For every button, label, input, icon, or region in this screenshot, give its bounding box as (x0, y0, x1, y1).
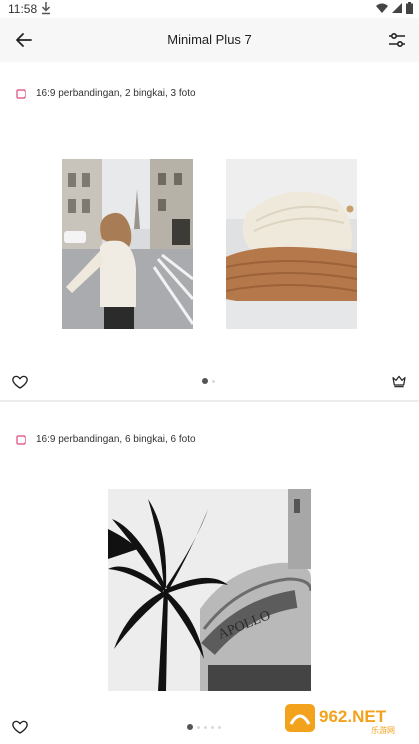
watermark-subtext: 乐游网 (371, 725, 395, 734)
aspect-ratio-icon (16, 88, 26, 99)
page-dot (212, 379, 215, 383)
aspect-ratio-icon (16, 434, 26, 445)
knit-sweater-photo[interactable] (226, 159, 357, 329)
signal-icon (392, 3, 402, 13)
tune-icon[interactable] (385, 28, 409, 52)
wifi-icon (376, 3, 388, 13)
palm-apollo-building-photo[interactable]: APOLLO (108, 489, 311, 691)
watermark-text: 962.NET (319, 707, 387, 726)
page-dot-active (187, 724, 193, 730)
app-bar: Minimal Plus 7 (0, 18, 419, 63)
heart-icon[interactable] (11, 373, 29, 391)
page-dot (197, 725, 200, 729)
battery-icon (406, 2, 413, 14)
crown-icon[interactable] (391, 373, 407, 389)
heart-icon[interactable] (11, 718, 29, 736)
page-indicator (202, 378, 215, 384)
street-girl-paris-photo[interactable] (62, 159, 193, 329)
template-description: 16:9 perbandingan, 6 bingkai, 6 foto (36, 434, 196, 445)
page-dot (204, 725, 207, 729)
site-watermark-logo: 962.NET 乐游网 (285, 704, 395, 734)
template-meta: 16:9 perbandingan, 6 bingkai, 6 foto (16, 434, 196, 445)
template-description: 16:9 perbandingan, 2 bingkai, 3 foto (36, 88, 196, 99)
template-card[interactable]: 16:9 perbandingan, 2 bingkai, 3 foto (0, 62, 419, 400)
page-title: Minimal Plus 7 (167, 32, 252, 47)
page-indicator (187, 724, 221, 730)
page-dot (211, 725, 214, 729)
template-card[interactable]: 16:9 perbandingan, 6 bingkai, 6 foto APO… (0, 402, 419, 744)
page-dot (218, 725, 221, 729)
template-meta: 16:9 perbandingan, 2 bingkai, 3 foto (16, 88, 196, 99)
download-icon (41, 2, 51, 15)
page-dot-active (202, 378, 208, 384)
status-bar: 11:58 (0, 0, 419, 18)
status-time: 11:58 (8, 2, 38, 16)
